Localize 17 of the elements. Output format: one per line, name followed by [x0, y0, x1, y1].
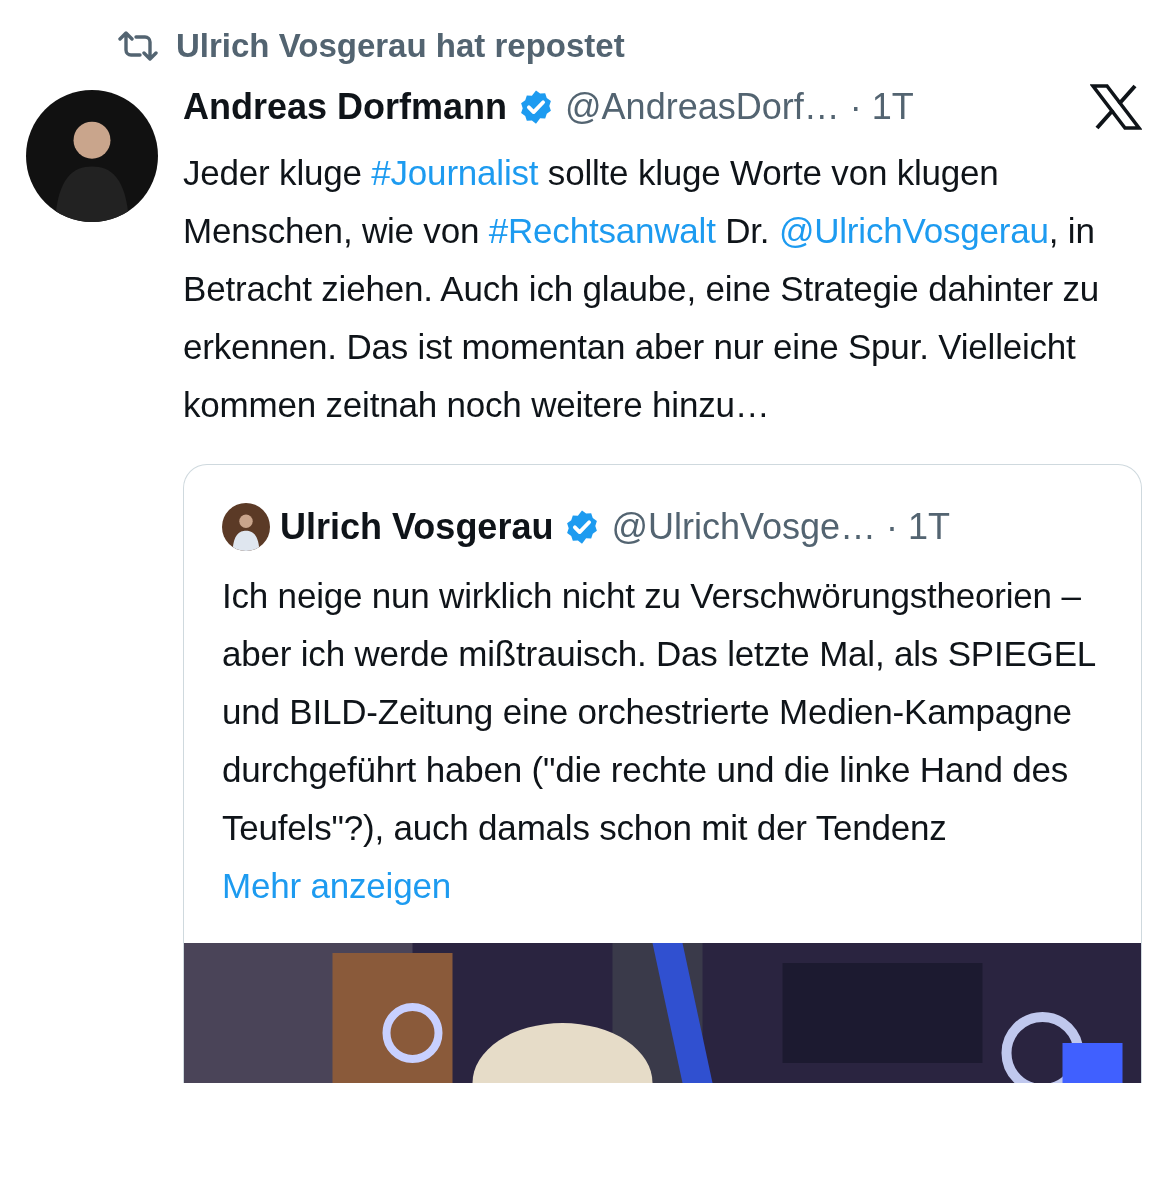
avatar[interactable]: [222, 503, 270, 551]
show-more-link[interactable]: Mehr anzeigen: [222, 866, 451, 905]
hashtag-link[interactable]: @UlrichVosgerau: [778, 211, 1049, 250]
quoted-post-time: · 1T: [886, 506, 951, 548]
quoted-post-text: Ich neige nun wirklich nicht zu Verschwörungstheorien – aber ich werde mißtrauisch. Das letzte Mal, als SPIEGEL und BILD-Zeitung eine orchestrierte Medien-Kampagne durchgeführt haben ("die rechte und die linke Hand des Teufels"?), auch damals schon mit der Tendenz Mehr anzeigen: [221, 575, 1096, 907]
author-name[interactable]: Andreas Dorfmann: [183, 86, 508, 128]
author-handle: @AndreasDorf…: [565, 86, 840, 128]
quoted-author-handle: @UlrichVosge…: [611, 506, 877, 548]
hashtag-link[interactable]: #Journalist: [371, 153, 539, 192]
post-time: · 1T: [849, 86, 914, 128]
repost-label: Ulrich Vosgerau hat repostet: [176, 27, 625, 65]
quoted-author-name: Ulrich Vosgerau: [280, 506, 554, 548]
repost-icon: [118, 31, 158, 61]
post-text: Jeder kluge #Journalist sollte kluge Worte von klugen Menschen, wie von #Rechtsanwalt Dr. @UlrichVosgerau, in Betracht ziehen. Auch ich glaube, eine Strategie dahinter zu erkennen. Das ist momentan aber nur eine Spur. Vielleicht kommen zeitnah noch weitere hinzu…: [183, 152, 1101, 426]
x-logo-icon: [1090, 84, 1142, 130]
hashtag-link[interactable]: #Rechtsanwalt: [488, 211, 716, 250]
quoted-post-card[interactable]: [183, 464, 1142, 1083]
